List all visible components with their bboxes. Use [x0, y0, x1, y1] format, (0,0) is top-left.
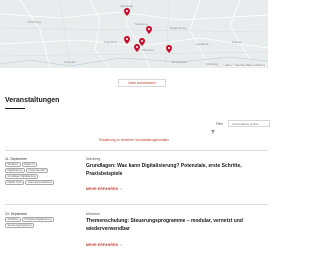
event-tag[interactable]: Digitalisierung [5, 168, 26, 173]
chevron-right-icon: › [119, 243, 122, 247]
event-tag[interactable]: Unternehmensführung [25, 180, 54, 185]
map-city-label: Landshut [196, 42, 209, 46]
event-city: München [86, 212, 100, 216]
more-info-label: MEHR ERFAHREN [86, 243, 119, 247]
title-underline [5, 108, 25, 109]
map-city-label: Salzburg [206, 62, 218, 66]
search-input[interactable] [228, 120, 270, 127]
filter-label[interactable]: Filter [216, 122, 223, 126]
map-attribution[interactable]: Leaflet | © OpenStreetMap contributors [222, 64, 266, 67]
filter-icon[interactable] [211, 121, 215, 139]
map-city-label: Rosenheim [172, 60, 188, 64]
chevron-right-icon: › [119, 187, 122, 191]
event-tags: Workshop Produktionsdigitalisierung Steu… [5, 217, 59, 229]
event-tag[interactable]: Workshop [5, 217, 21, 222]
event-tag[interactable]: Digitale Tools [5, 180, 25, 185]
event-city: Nürnberg [86, 157, 101, 161]
divider [5, 204, 268, 205]
map-city-label: Kempten [64, 60, 77, 64]
more-info-link[interactable]: MEHR ERFAHREN › [86, 243, 122, 247]
event-tags: Workshop Digital 4.0 Digitalisierung Kos… [5, 162, 59, 186]
format-explanation-link[interactable]: Erläuterung zu einzelnen Veranstaltungsf… [0, 138, 268, 142]
map-city-label: Würzburg [28, 20, 42, 24]
event-tag[interactable]: Grundlagen Digitalisierung [5, 174, 39, 179]
event-tag[interactable]: Produktionsdigitalisierung [21, 217, 54, 222]
event-date: 13. September [5, 212, 28, 216]
event-tag[interactable]: Workshop [5, 162, 21, 167]
more-info-link[interactable]: MEHR ERFAHREN › [86, 187, 122, 191]
reset-map-button[interactable]: Karte zurücksetzen [118, 79, 166, 87]
map-pin-icon[interactable] [124, 36, 130, 44]
map-city-label: Regensburg [170, 26, 187, 30]
more-info-label: MEHR ERFAHREN [86, 187, 119, 191]
divider [5, 150, 268, 151]
map-roads [0, 0, 268, 68]
event-tag[interactable]: Kostenübersicht [26, 168, 49, 173]
event-tag[interactable]: Digital 4.0 [21, 162, 38, 167]
map-city-label: Augsburg [104, 40, 117, 44]
map-city-label: München [142, 48, 155, 52]
map-pin-icon[interactable] [124, 8, 130, 16]
event-tag[interactable]: Steuerungsprogramme [5, 223, 35, 228]
event-title[interactable]: Grundlagen: Was kann Digitalisierung? Po… [86, 163, 264, 178]
map-pin-icon[interactable] [134, 44, 140, 52]
section-title: Veranstaltungen [5, 97, 60, 104]
event-date: 11. September [5, 157, 27, 161]
map-pin-icon[interactable] [146, 26, 152, 34]
event-title[interactable]: Themenschulung: Steuerungsprogramme – mo… [86, 218, 264, 233]
map-pin-icon[interactable] [166, 45, 172, 53]
event-map[interactable]: Ingolstadt München Augsburg Nürnberg Reg… [0, 0, 268, 68]
map-city-label: Passau [232, 40, 243, 44]
